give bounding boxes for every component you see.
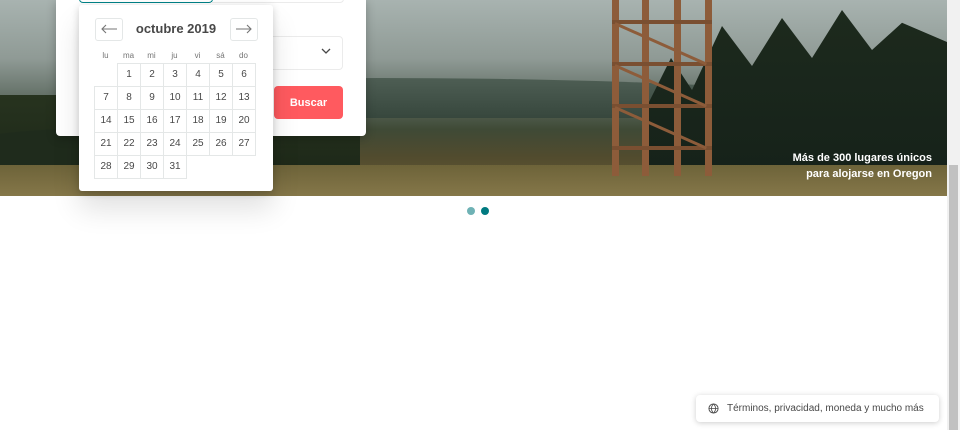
calendar-empty-cell xyxy=(232,155,256,179)
weekday-label: sá xyxy=(216,51,225,60)
check-in-field[interactable] xyxy=(79,0,213,3)
hero-caption-line-1: Más de 300 lugares únicos xyxy=(792,152,932,164)
calendar-day[interactable]: 2 xyxy=(140,63,164,87)
calendar-day[interactable]: 9 xyxy=(140,86,164,110)
weekday-label: lu xyxy=(102,51,109,60)
calendar-day[interactable]: 6 xyxy=(232,63,256,87)
weekday-label: do xyxy=(239,51,248,60)
calendar-day[interactable]: 16 xyxy=(140,109,164,133)
calendar-day[interactable]: 26 xyxy=(209,132,233,156)
hero-caption: Más de 300 lugares únicos para alojarse … xyxy=(793,150,932,182)
calendar-day[interactable]: 30 xyxy=(140,155,164,179)
calendar-empty-cell xyxy=(94,63,118,87)
calendar-day[interactable]: 8 xyxy=(117,86,141,110)
weekday-label: ju xyxy=(171,51,178,60)
arrow-right-icon[interactable] xyxy=(230,18,258,41)
calendar-week-row: 14 15 16 17 18 19 20 xyxy=(94,109,256,133)
calendar-day[interactable]: 14 xyxy=(94,109,118,133)
calendar-day[interactable]: 12 xyxy=(209,86,233,110)
hero-caption-line-2: para alojarse en Oregon xyxy=(806,168,932,180)
fire-tower-image xyxy=(612,0,712,176)
calendar-empty-cell xyxy=(186,155,210,179)
calendar-weekday-header: lu ma mi ju vi sá do xyxy=(94,51,255,60)
calendar-empty-cell xyxy=(209,155,233,179)
chevron-down-icon xyxy=(320,45,332,60)
calendar-day[interactable]: 11 xyxy=(186,86,210,110)
footer-links-label: Términos, privacidad, moneda y mucho más xyxy=(727,403,924,414)
weekday-label: vi xyxy=(194,51,201,60)
calendar-day[interactable]: 10 xyxy=(163,86,187,110)
calendar-day[interactable]: 27 xyxy=(232,132,256,156)
page-scrollbar[interactable] xyxy=(947,0,960,430)
calendar-day[interactable]: 13 xyxy=(232,86,256,110)
calendar-day[interactable]: 24 xyxy=(163,132,187,156)
calendar-day[interactable]: 4 xyxy=(186,63,210,87)
calendar-day[interactable]: 25 xyxy=(186,132,210,156)
guests-select[interactable] xyxy=(267,36,343,70)
calendar-day[interactable]: 7 xyxy=(94,86,118,110)
calendar-day[interactable]: 3 xyxy=(163,63,187,87)
carousel-dot-1[interactable] xyxy=(467,207,475,215)
calendar-day[interactable]: 21 xyxy=(94,132,118,156)
scrollbar-thumb[interactable] xyxy=(949,165,958,430)
calendar-day[interactable]: 29 xyxy=(117,155,141,179)
calendar-day[interactable]: 22 xyxy=(117,132,141,156)
calendar-day[interactable]: 23 xyxy=(140,132,164,156)
calendar-day[interactable]: 19 xyxy=(209,109,233,133)
calendar-week-row: 28 29 30 31 xyxy=(94,155,256,179)
weekday-label: ma xyxy=(122,51,135,60)
calendar-week-row: 21 22 23 24 25 26 27 xyxy=(94,132,256,156)
calendar-day[interactable]: 18 xyxy=(186,109,210,133)
footer-links-button[interactable]: Términos, privacidad, moneda y mucho más xyxy=(696,395,939,422)
carousel-dot-2[interactable] xyxy=(481,207,489,215)
date-picker-calendar: octubre 2019 lu ma mi ju vi sá do 1 2 3 4 5 6 7 8 9 10 1… xyxy=(79,5,273,191)
calendar-day[interactable]: 15 xyxy=(117,109,141,133)
calendar-day[interactable]: 28 xyxy=(94,155,118,179)
globe-icon xyxy=(707,403,719,415)
calendar-day[interactable]: 20 xyxy=(232,109,256,133)
calendar-day[interactable]: 1 xyxy=(117,63,141,87)
weekday-label: mi xyxy=(147,51,156,60)
search-button[interactable]: Buscar xyxy=(274,86,343,119)
check-out-field[interactable] xyxy=(211,0,344,3)
calendar-day[interactable]: 31 xyxy=(163,155,187,179)
calendar-week-row: 123456 xyxy=(94,63,256,87)
calendar-week-row: 7 8 9 10 11 12 13 xyxy=(94,86,256,110)
calendar-day[interactable]: 5 xyxy=(209,63,233,87)
calendar-day-grid: 1 2 3 4 5 6 7 8 9 10 11 12 13 14 15 16 17 18 19 20 21 22 23 24 2… xyxy=(94,63,256,179)
calendar-day[interactable]: 17 xyxy=(163,109,187,133)
